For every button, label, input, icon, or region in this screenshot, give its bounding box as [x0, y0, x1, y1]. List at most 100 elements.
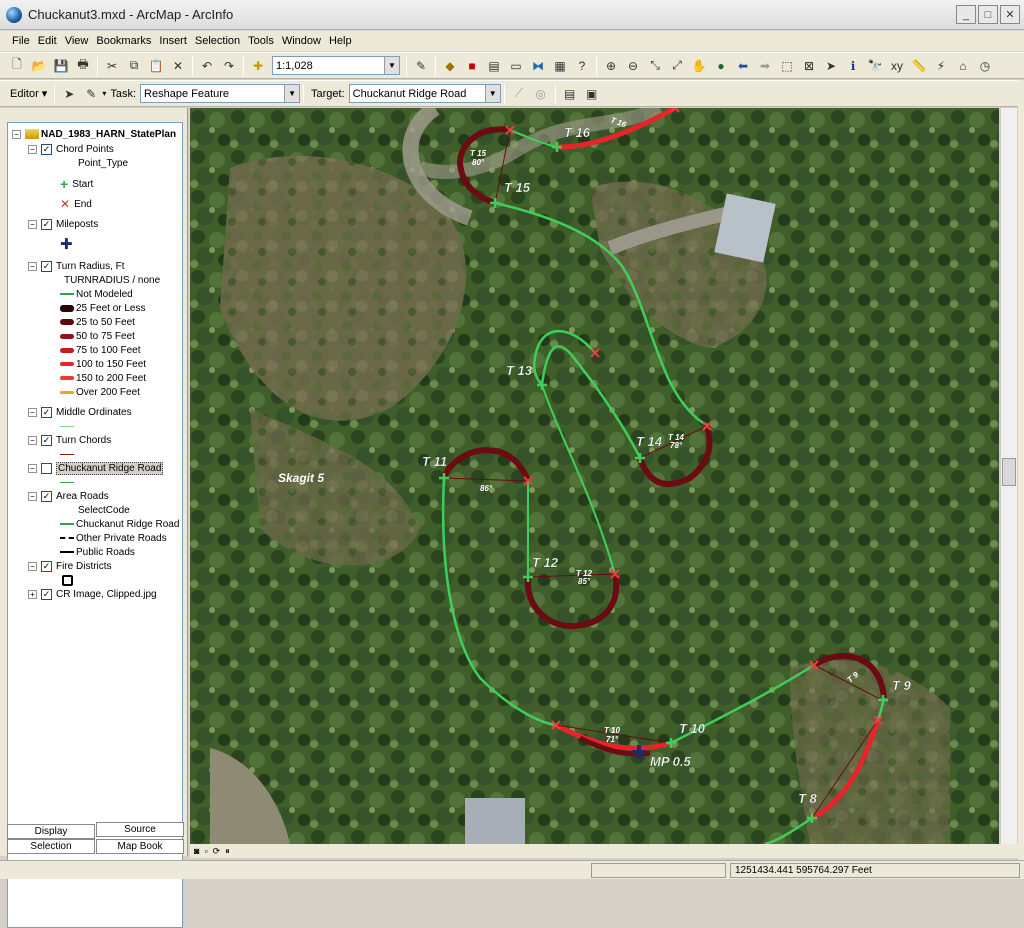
- redo-icon[interactable]: ↷: [219, 56, 239, 76]
- tab-map-book[interactable]: Map Book: [96, 839, 184, 854]
- back-extent-icon[interactable]: ⬅: [733, 56, 753, 76]
- checkbox-checked-icon[interactable]: ✓: [41, 406, 52, 418]
- tab-display[interactable]: Display: [7, 824, 95, 839]
- time-slider-icon[interactable]: ◷: [975, 56, 995, 76]
- map-display[interactable]: T 16 T 15 T 13 T 14 T 11 T 12 T 10 T 9 T…: [190, 108, 999, 844]
- menu-window[interactable]: Window: [278, 35, 325, 47]
- menu-edit[interactable]: Edit: [34, 35, 61, 47]
- checkbox-checked-icon[interactable]: ✓: [41, 260, 52, 272]
- data-view-icon[interactable]: ◙: [194, 846, 199, 856]
- forward-extent-icon[interactable]: ➡: [755, 56, 775, 76]
- menu-file[interactable]: File: [8, 35, 34, 47]
- go-to-xy-icon[interactable]: xy: [887, 56, 907, 76]
- print-icon[interactable]: 🖶: [73, 56, 93, 76]
- chevron-down-icon[interactable]: ▼: [284, 85, 300, 102]
- collapse-icon[interactable]: −: [28, 463, 37, 473]
- sketch-tool-icon[interactable]: ✎: [81, 84, 101, 104]
- layer-middle-ordinates[interactable]: − ✓ Middle Ordinates: [28, 405, 132, 419]
- pan-icon[interactable]: ✋: [689, 56, 709, 76]
- edit-tool-icon[interactable]: ➤: [59, 84, 79, 104]
- copy-icon[interactable]: ⧉: [124, 56, 144, 76]
- arccatalog-icon[interactable]: ◆: [440, 56, 460, 76]
- new-document-icon[interactable]: 🗋: [7, 56, 27, 76]
- save-icon[interactable]: 💾: [51, 56, 71, 76]
- target-select[interactable]: Chuckanut Ridge Road ▼: [348, 84, 501, 103]
- checkbox-checked-icon[interactable]: ✓: [41, 588, 52, 600]
- open-folder-icon[interactable]: 📂: [29, 56, 49, 76]
- html-popup-icon[interactable]: ⌂: [953, 56, 973, 76]
- select-features-icon[interactable]: ⬚: [777, 56, 797, 76]
- editor-menu[interactable]: Editor ▾: [10, 87, 47, 100]
- split-tool-icon[interactable]: ⟋: [509, 84, 529, 104]
- expand-icon[interactable]: +: [28, 589, 37, 599]
- menu-help[interactable]: Help: [325, 35, 356, 47]
- command-line-icon[interactable]: ▤: [484, 56, 504, 76]
- layer-cr-image[interactable]: + ✓ CR Image, Clipped.jpg: [28, 587, 157, 601]
- menu-selection[interactable]: Selection: [191, 35, 244, 47]
- menu-view[interactable]: View: [61, 35, 93, 47]
- checkbox-checked-icon[interactable]: ✓: [41, 143, 52, 155]
- menu-bookmarks[interactable]: Bookmarks: [92, 35, 155, 47]
- collapse-icon[interactable]: −: [28, 407, 37, 417]
- measure-icon[interactable]: 📏: [909, 56, 929, 76]
- collapse-icon[interactable]: −: [28, 261, 37, 271]
- checkbox-checked-icon[interactable]: ✓: [41, 560, 52, 572]
- toc-tree[interactable]: − NAD_1983_HARN_StatePlan − ✓ Chord Poin…: [7, 122, 183, 928]
- checkbox-checked-icon[interactable]: ✓: [41, 490, 52, 502]
- toc-root[interactable]: − NAD_1983_HARN_StatePlan: [12, 127, 176, 141]
- layout-view-icon[interactable]: ▫: [204, 846, 207, 856]
- cut-icon[interactable]: ✂: [102, 56, 122, 76]
- layer-mileposts[interactable]: − ✓ Mileposts: [28, 217, 98, 231]
- full-extent-icon[interactable]: ●: [711, 56, 731, 76]
- collapse-icon[interactable]: −: [28, 491, 37, 501]
- clear-selection-icon[interactable]: ⊠: [799, 56, 819, 76]
- python-window-icon[interactable]: ▭: [506, 56, 526, 76]
- close-button[interactable]: ✕: [1000, 5, 1020, 24]
- refresh-icon[interactable]: ⟳: [213, 846, 221, 857]
- select-elements-icon[interactable]: ➤: [821, 56, 841, 76]
- fixed-zoom-in-icon[interactable]: ⤡: [645, 56, 665, 76]
- layer-fire-districts[interactable]: − ✓ Fire Districts: [28, 559, 112, 573]
- chevron-down-icon[interactable]: ▾: [102, 89, 106, 98]
- tab-source[interactable]: Source: [96, 822, 184, 837]
- rotate-tool-icon[interactable]: ◎: [531, 84, 551, 104]
- checkbox-unchecked-icon[interactable]: [41, 462, 52, 474]
- pause-drawing-icon[interactable]: ⏸: [225, 846, 230, 857]
- zoom-out-icon[interactable]: ⊖: [623, 56, 643, 76]
- layer-turn-chords[interactable]: − ✓ Turn Chords: [28, 433, 111, 447]
- find-icon[interactable]: 🔭: [865, 56, 885, 76]
- attributes-icon[interactable]: ▤: [560, 84, 580, 104]
- scrollbar-thumb[interactable]: [1002, 458, 1016, 486]
- map-canvas[interactable]: T 16 T 15 T 13 T 14 T 11 T 12 T 10 T 9 T…: [190, 108, 999, 844]
- hyperlink-icon[interactable]: ⚡: [931, 56, 951, 76]
- arctoolbox-icon[interactable]: ■: [462, 56, 482, 76]
- collapse-icon[interactable]: −: [28, 561, 37, 571]
- task-select[interactable]: Reshape Feature ▼: [140, 84, 301, 103]
- collapse-icon[interactable]: −: [28, 144, 37, 154]
- chevron-down-icon[interactable]: ▼: [484, 85, 500, 102]
- collapse-icon[interactable]: −: [28, 435, 37, 445]
- chevron-down-icon[interactable]: ▼: [384, 57, 399, 74]
- fixed-zoom-out-icon[interactable]: ⤢: [667, 56, 687, 76]
- results-icon[interactable]: ▦: [550, 56, 570, 76]
- whats-this-icon[interactable]: ?: [572, 56, 592, 76]
- tab-selection[interactable]: Selection: [7, 839, 95, 854]
- maximize-button[interactable]: □: [978, 5, 998, 24]
- sketch-properties-icon[interactable]: ▣: [582, 84, 602, 104]
- undo-icon[interactable]: ↶: [197, 56, 217, 76]
- identify-icon[interactable]: ℹ: [843, 56, 863, 76]
- add-data-icon[interactable]: ✚: [248, 56, 268, 76]
- menu-insert[interactable]: Insert: [155, 35, 191, 47]
- editor-toolbar-icon[interactable]: ✎: [411, 56, 431, 76]
- checkbox-checked-icon[interactable]: ✓: [41, 434, 52, 446]
- layer-chord-points[interactable]: − ✓ Chord Points: [28, 142, 114, 156]
- checkbox-checked-icon[interactable]: ✓: [41, 218, 52, 230]
- model-builder-icon[interactable]: ⧓: [528, 56, 548, 76]
- layer-area-roads[interactable]: − ✓ Area Roads: [28, 489, 109, 503]
- zoom-in-icon[interactable]: ⊕: [601, 56, 621, 76]
- map-vertical-scrollbar[interactable]: [1000, 108, 1017, 844]
- collapse-icon[interactable]: −: [12, 129, 21, 139]
- delete-icon[interactable]: ✕: [168, 56, 188, 76]
- collapse-icon[interactable]: −: [28, 219, 37, 229]
- paste-icon[interactable]: 📋: [146, 56, 166, 76]
